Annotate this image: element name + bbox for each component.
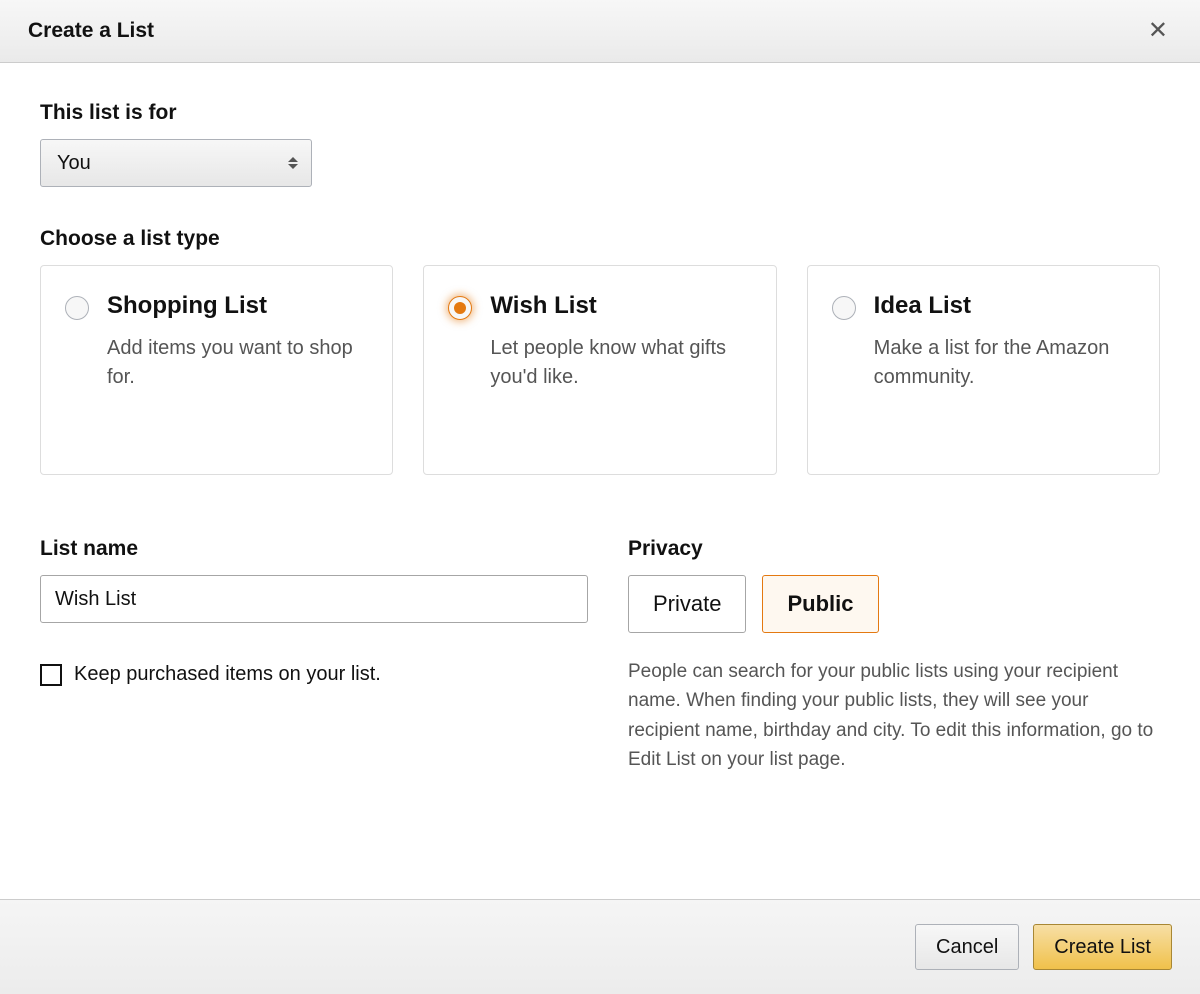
list-type-option-wish[interactable]: Wish List Let people know what gifts you… [423, 265, 776, 475]
privacy-option-private[interactable]: Private [628, 575, 746, 633]
keep-purchased-checkbox[interactable]: Keep purchased items on your list. [40, 663, 588, 686]
cancel-button[interactable]: Cancel [915, 924, 1019, 970]
radio-icon [448, 296, 472, 320]
keep-purchased-label: Keep purchased items on your list. [74, 663, 381, 686]
modal-body: This list is for You Choose a list type … [0, 63, 1200, 815]
checkbox-icon [40, 664, 62, 686]
modal-title: Create a List [28, 19, 154, 43]
privacy-help-text: People can search for your public lists … [628, 657, 1160, 775]
list-name-label: List name [40, 537, 588, 561]
list-type-option-shopping[interactable]: Shopping List Add items you want to shop… [40, 265, 393, 475]
list-type-title: Shopping List [107, 292, 366, 320]
close-icon[interactable]: ✕ [1144, 15, 1172, 47]
privacy-label: Privacy [628, 537, 1160, 561]
list-type-option-idea[interactable]: Idea List Make a list for the Amazon com… [807, 265, 1160, 475]
list-type-title: Wish List [490, 292, 749, 320]
modal-header: Create a List ✕ [0, 0, 1200, 63]
radio-icon [832, 296, 856, 320]
list-type-desc: Let people know what gifts you'd like. [490, 334, 749, 392]
radio-icon [65, 296, 89, 320]
privacy-option-label: Public [787, 591, 853, 617]
create-list-button[interactable]: Create List [1033, 924, 1172, 970]
list-type-desc: Add items you want to shop for. [107, 334, 366, 392]
list-for-value: You [57, 152, 91, 175]
list-type-title: Idea List [874, 292, 1133, 320]
list-type-label: Choose a list type [40, 227, 1160, 251]
privacy-option-public[interactable]: Public [762, 575, 878, 633]
list-for-label: This list is for [40, 101, 1160, 125]
list-type-options: Shopping List Add items you want to shop… [40, 265, 1160, 475]
privacy-options: Private Public [628, 575, 1160, 633]
modal-footer: Cancel Create List [0, 899, 1200, 994]
list-name-input[interactable] [40, 575, 588, 623]
list-type-desc: Make a list for the Amazon community. [874, 334, 1133, 392]
list-for-select[interactable]: You [40, 139, 312, 187]
privacy-option-label: Private [653, 591, 721, 617]
